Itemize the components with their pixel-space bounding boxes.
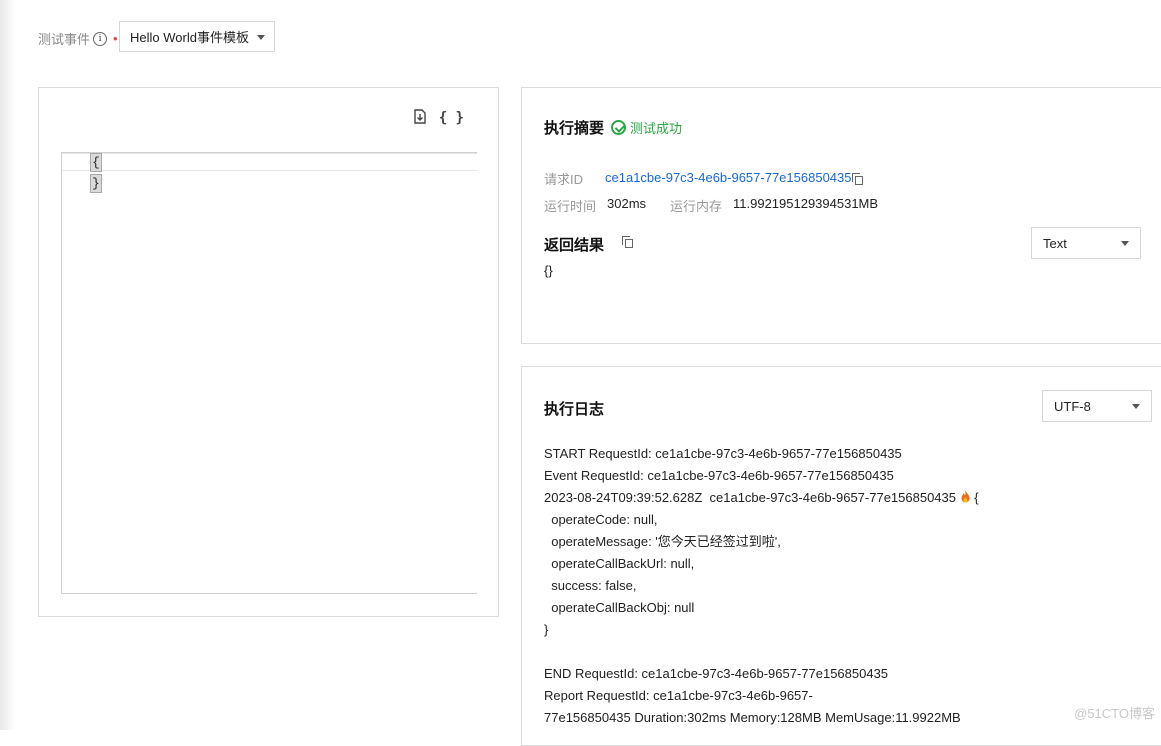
chevron-down-icon [1132, 404, 1140, 409]
result-format-value: Text [1043, 235, 1067, 251]
log-line: operateMessage: '您今天已经签过到啦', [544, 534, 781, 549]
editor-toolbar: { } [413, 109, 464, 127]
log-line: operateCallBackUrl: null, [544, 556, 695, 571]
current-line-highlight [62, 153, 477, 171]
log-line: END RequestId: ce1a1cbe-97c3-4e6b-9657-7… [544, 666, 889, 681]
import-icon[interactable] [413, 109, 427, 127]
execution-log-panel: 执行日志 UTF-8 START RequestId: ce1a1cbe-97c… [521, 366, 1161, 746]
log-line: Event RequestId: ce1a1cbe-97c3-4e6b-9657… [544, 468, 894, 483]
status-text: 测试成功 [630, 121, 683, 136]
code-line[interactable]: } [90, 174, 102, 193]
watermark: @51CTO博客 [1074, 706, 1155, 721]
execution-summary-panel: 执行摘要 测试成功 请求ID ce1a1cbe-97c3-4e6b-9657-7… [521, 87, 1161, 344]
log-line: operateCallBackObj: null [544, 600, 695, 615]
chevron-down-icon [257, 35, 265, 40]
copy-icon[interactable] [851, 173, 863, 186]
check-circle-icon [611, 120, 626, 135]
log-line: START RequestId: ce1a1cbe-97c3-4e6b-9657… [544, 446, 902, 461]
log-line-suffix: { [970, 490, 979, 505]
status-badge: 测试成功 [611, 118, 682, 137]
summary-title: 执行摘要 [544, 120, 605, 137]
test-event-select[interactable]: Hello World事件模板 [119, 21, 275, 52]
log-line: success: false, [544, 578, 637, 593]
run-memory-value: 11.992195129394531MB [733, 196, 879, 211]
run-time-value: 302ms [607, 196, 647, 211]
info-icon[interactable]: i [93, 31, 108, 46]
request-id-value[interactable]: ce1a1cbe-97c3-4e6b-9657-77e156850435 [605, 170, 863, 186]
request-id-text[interactable]: ce1a1cbe-97c3-4e6b-9657-77e156850435 [605, 170, 852, 185]
test-event-selected: Hello World事件模板 [130, 30, 249, 45]
test-event-label: 测试事件 i • [38, 29, 118, 48]
test-event-label-text: 测试事件 [38, 32, 91, 47]
log-line: } [544, 622, 549, 637]
encoding-value: UTF-8 [1054, 398, 1091, 414]
request-id-label: 请求ID [544, 172, 584, 187]
run-time-label: 运行时间 [544, 199, 597, 214]
format-braces-icon[interactable]: { } [439, 110, 464, 126]
chevron-down-icon [1121, 241, 1129, 246]
code-editor[interactable]: { } [61, 152, 477, 594]
log-line: 2023-08-24T09:39:52.628Z ce1a1cbe-97c3-4… [544, 490, 979, 506]
log-line: Report RequestId: ce1a1cbe-97c3-4e6b-965… [544, 688, 813, 703]
encoding-select[interactable]: UTF-8 [1042, 390, 1152, 422]
run-memory-label: 运行内存 [670, 199, 723, 214]
log-line-text: 2023-08-24T09:39:52.628Z ce1a1cbe-97c3-4… [544, 490, 960, 505]
fire-icon [961, 490, 970, 503]
copy-result-icon[interactable] [622, 236, 633, 248]
required-mark: • [113, 31, 118, 46]
result-format-select[interactable]: Text [1031, 227, 1141, 259]
log-title: 执行日志 [544, 401, 605, 418]
log-line: 77e156850435 Duration:302ms Memory:128MB… [544, 710, 961, 725]
event-editor-panel: { } { } [38, 87, 499, 617]
result-value: {} [544, 263, 553, 278]
log-line: operateCode: null, [544, 512, 658, 527]
result-title: 返回结果 [544, 237, 605, 254]
page-left-shadow [0, 0, 16, 730]
code-line[interactable]: { [90, 153, 102, 172]
